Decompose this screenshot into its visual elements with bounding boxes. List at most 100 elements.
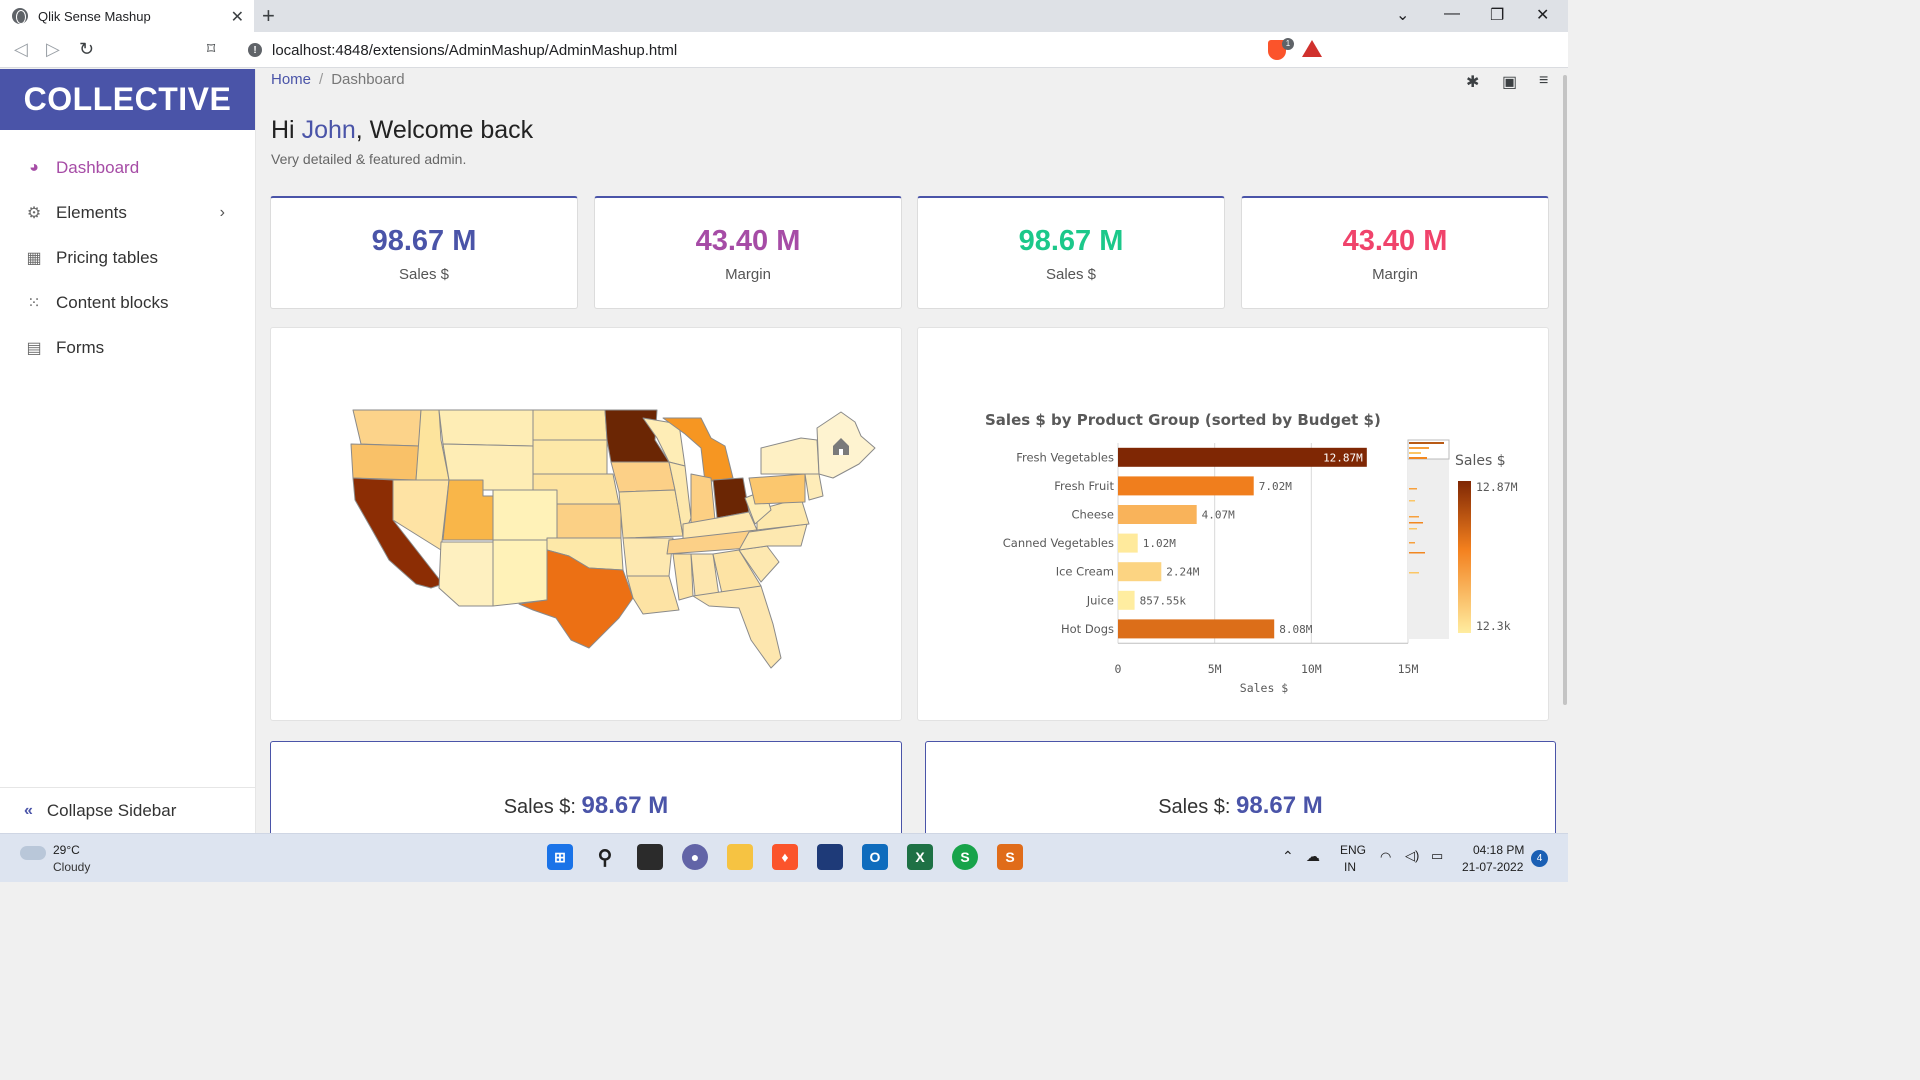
map-region-south-dakota	[532, 439, 608, 475]
address-bar[interactable]: ! localhost:4848/extensions/AdminMashup/…	[238, 36, 1333, 64]
sidebar-item-forms[interactable]: ▤ Forms	[0, 325, 255, 370]
map-region-pennsylvania	[748, 473, 806, 505]
qlik-sense-icon[interactable]: S	[952, 844, 978, 870]
x-axis-title: Sales $	[1240, 681, 1289, 695]
breadcrumb-home-link[interactable]: Home	[271, 71, 311, 88]
back-icon[interactable]: ◁	[14, 39, 28, 60]
start-menu-icon[interactable]: ⊞	[547, 844, 573, 870]
kpi-value: 43.40 M	[695, 225, 801, 257]
restore-icon[interactable]: ❐	[1490, 5, 1504, 25]
window-close-icon[interactable]: ✕	[1536, 5, 1549, 25]
grid-icon: ⁙	[27, 294, 41, 312]
sidebar-item-label: Dashboard	[56, 157, 140, 177]
weather-temperature[interactable]: 29°C	[53, 843, 80, 857]
browser-tab[interactable]: Qlik Sense Mashup ✕	[0, 0, 254, 32]
excel-icon[interactable]: X	[907, 844, 933, 870]
new-tab-button[interactable]: +	[262, 3, 275, 29]
x-tick-label: 5M	[1208, 662, 1222, 676]
clock-date[interactable]: 21-07-2022	[1462, 860, 1523, 874]
wifi-icon[interactable]: ◠	[1380, 849, 1391, 865]
mini-chart-scrollbar[interactable]	[1407, 439, 1450, 639]
file-explorer-icon[interactable]	[727, 844, 753, 870]
outlook-icon[interactable]: O	[862, 844, 888, 870]
map-region-colorado	[492, 489, 558, 541]
sidebar-item-label: Pricing tables	[56, 247, 159, 267]
kpi-card-sales: 98.67 M Sales $	[917, 196, 1225, 309]
shield-count-badge: 1	[1282, 38, 1294, 50]
kpi-value: 98.67 M	[371, 225, 477, 257]
category-label: Canned Vegetables	[1003, 536, 1114, 550]
task-view-icon[interactable]	[637, 844, 663, 870]
forward-icon[interactable]: ▷	[46, 39, 60, 60]
sales-card: Sales $: 98.67 M	[270, 741, 902, 841]
brave-rewards-icon[interactable]	[1302, 40, 1322, 57]
remote-desktop-icon[interactable]	[817, 844, 843, 870]
collapse-sidebar-label: Collapse Sidebar	[46, 800, 177, 820]
map-region-ohio	[712, 477, 750, 519]
chevron-up-icon[interactable]: ⌃	[1282, 848, 1294, 865]
bar	[1118, 505, 1197, 524]
battery-icon[interactable]: ▭	[1431, 848, 1443, 864]
data-label: 2.24M	[1166, 566, 1199, 579]
map-region-new-jersey	[804, 473, 824, 501]
url-text[interactable]: localhost:4848/extensions/AdminMashup/Ad…	[272, 42, 677, 59]
menu-icon[interactable]: ≡	[1539, 72, 1548, 90]
extensions-icon[interactable]: ✱	[1466, 72, 1479, 92]
sales-card-value: 98.67 M	[581, 792, 669, 819]
region-indicator[interactable]: IN	[1344, 860, 1356, 874]
data-label: 857.55k	[1140, 594, 1187, 607]
sublime-text-icon[interactable]: S	[997, 844, 1023, 870]
page-title: Hi John, Welcome back	[271, 116, 533, 145]
search-icon[interactable]: ⚲	[592, 844, 618, 870]
kpi-card-margin: 43.40 M Margin	[594, 196, 902, 309]
site-info-icon[interactable]: !	[248, 43, 262, 57]
sidebar-item-pricing-tables[interactable]: ▦ Pricing tables	[0, 235, 255, 280]
sidebar-item-label: Content blocks	[56, 292, 169, 312]
x-tick-label: 0	[1115, 662, 1122, 676]
chat-icon[interactable]: ●	[682, 844, 708, 870]
collapse-sidebar-button[interactable]: « Collapse Sidebar	[0, 787, 255, 833]
sales-card-label: Sales $:	[1158, 796, 1237, 818]
weather-description[interactable]: Cloudy	[53, 860, 90, 874]
tab-search-icon[interactable]: ⌄	[1396, 5, 1409, 25]
data-label: 4.07M	[1202, 509, 1235, 522]
legend-color-scale	[1458, 481, 1471, 633]
map-region-north-dakota	[532, 409, 608, 441]
volume-icon[interactable]: ◁)	[1405, 848, 1419, 864]
wallet-icon[interactable]: ▣	[1502, 72, 1517, 92]
sidebar-item-content-blocks[interactable]: ⁙ Content blocks	[0, 280, 255, 325]
bookmark-icon[interactable]: ⌑	[207, 39, 215, 59]
category-label: Juice	[1086, 593, 1114, 607]
clock-time[interactable]: 04:18 PM	[1473, 843, 1524, 857]
map-region-oregon	[350, 443, 420, 481]
us-choropleth-map[interactable]	[271, 328, 901, 720]
kpi-label: Sales $	[398, 266, 450, 283]
category-label: Cheese	[1071, 508, 1114, 522]
category-label: Ice Cream	[1056, 565, 1114, 579]
category-label: Hot Dogs	[1061, 622, 1114, 636]
sidebar-item-dashboard[interactable]: ◕ Dashboard	[0, 145, 255, 190]
map-region-indiana	[690, 473, 716, 525]
tab-close-icon[interactable]: ✕	[231, 7, 244, 27]
minimize-icon[interactable]: —	[1444, 5, 1460, 23]
language-indicator[interactable]: ENG	[1340, 843, 1366, 857]
brave-browser-icon[interactable]: ♦	[772, 844, 798, 870]
taskbar: 29°C Cloudy ⊞ ⚲ ● ♦ O X S S ⌃ ☁ ENG IN ◠…	[0, 833, 1568, 882]
category-label: Fresh Vegetables	[1016, 450, 1114, 464]
notification-badge[interactable]: 4	[1531, 850, 1548, 867]
cloud-icon[interactable]	[20, 846, 46, 860]
greeting-suffix: , Welcome back	[355, 116, 534, 144]
double-chevron-left-icon: «	[24, 801, 33, 819]
x-tick-label: 15M	[1398, 662, 1419, 676]
sidebar-item-elements[interactable]: ⚙ Elements ›	[0, 190, 255, 235]
app-logo[interactable]: COLLECTIVE	[0, 69, 255, 130]
map-region-florida	[692, 585, 782, 669]
onedrive-icon[interactable]: ☁	[1306, 848, 1320, 865]
map-region-washington	[352, 409, 422, 447]
reload-icon[interactable]: ↻	[79, 39, 94, 60]
x-tick-label: 10M	[1301, 662, 1322, 676]
map-region-arizona	[438, 541, 494, 607]
page-scrollbar-thumb[interactable]	[1563, 75, 1567, 705]
legend-min-label: 12.3k	[1476, 619, 1511, 633]
bar	[1118, 476, 1254, 496]
